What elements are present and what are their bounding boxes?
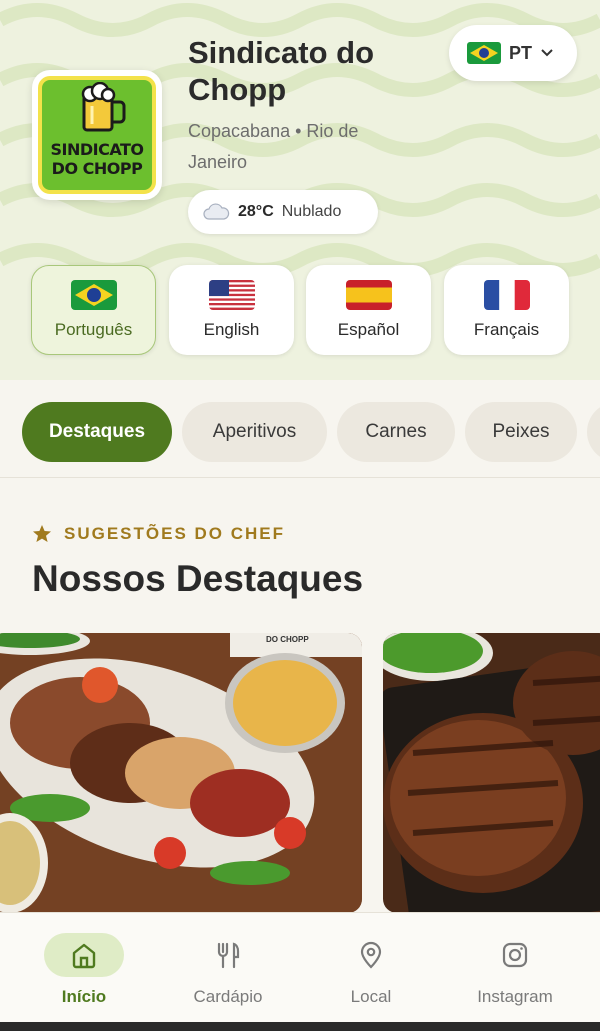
tab-aperitivos[interactable]: Aperitivos <box>182 402 327 462</box>
spain-flag-icon <box>345 280 392 310</box>
tab-more[interactable] <box>587 402 600 462</box>
restaurant-name: Sindicato do Chopp <box>188 35 374 107</box>
beer-mug-icon <box>81 82 126 132</box>
language-label: English <box>203 320 260 339</box>
language-options: Português English Español Français <box>0 265 600 357</box>
language-code: PT <box>509 42 533 63</box>
category-tabs: Destaques Aperitivos Carnes Peixes <box>0 400 600 464</box>
brazil-flag-icon <box>467 42 501 64</box>
logo-text-line1: SINDICATO <box>50 140 145 159</box>
tab-carnes[interactable]: Carnes <box>337 402 455 462</box>
dish-image-steak <box>383 633 600 913</box>
section-title: Nossos Destaques <box>32 558 364 599</box>
language-card-francais[interactable]: Français <box>444 265 569 355</box>
divider <box>0 477 600 478</box>
logo-text-line2: DO CHOPP <box>51 159 143 178</box>
language-label: Français <box>473 320 540 339</box>
home-icon <box>72 943 96 969</box>
language-card-english[interactable]: English <box>169 265 294 355</box>
usa-flag-icon <box>208 280 255 310</box>
dish-image-mixed-grill: DO CHOPP <box>0 633 362 913</box>
chevron-down-icon <box>541 49 553 57</box>
nav-local[interactable]: Local <box>306 933 436 1013</box>
nav-instagram[interactable]: Instagram <box>450 933 580 1013</box>
france-flag-icon <box>483 280 530 310</box>
nav-label: Início <box>61 987 107 1006</box>
restaurant-logo: SINDICATO DO CHOPP <box>32 70 162 200</box>
language-label: Português <box>54 320 133 339</box>
nav-label: Cardápio <box>193 987 263 1006</box>
tab-peixes[interactable]: Peixes <box>465 402 577 462</box>
brazil-flag-icon <box>70 280 117 310</box>
weather-condition: Nublado <box>281 203 342 220</box>
weather-temperature: 28°C <box>238 203 274 220</box>
restaurant-location: Copacabana • Rio de Janeiro <box>188 121 359 172</box>
star-icon <box>33 525 51 542</box>
language-card-espanol[interactable]: Español <box>306 265 431 355</box>
tab-destaques[interactable]: Destaques <box>22 402 172 462</box>
nav-label: Local <box>350 987 392 1006</box>
dish-image-caption: DO CHOPP <box>266 635 309 644</box>
location-pin-icon <box>360 941 382 969</box>
bottom-navigation: Início Cardápio Local Instagram <box>0 912 600 1022</box>
section-kicker: SUGESTÕES DO CHEF <box>32 524 285 544</box>
system-bar <box>0 1022 600 1031</box>
nav-inicio[interactable]: Início <box>19 933 149 1013</box>
dish-card[interactable] <box>383 633 600 913</box>
weather-badge: 28°C Nublado <box>188 190 378 234</box>
cloud-icon <box>203 203 230 220</box>
language-label: Español <box>337 320 400 339</box>
language-card-portugues[interactable]: Português <box>31 265 156 355</box>
language-selector[interactable]: PT <box>449 25 577 81</box>
nav-cardapio[interactable]: Cardápio <box>163 933 293 1013</box>
section-kicker-text: SUGESTÕES DO CHEF <box>64 524 286 543</box>
nav-label: Instagram <box>477 987 553 1006</box>
dish-card[interactable]: DO CHOPP <box>0 633 362 913</box>
fork-knife-icon <box>217 942 240 969</box>
instagram-icon <box>502 942 528 968</box>
